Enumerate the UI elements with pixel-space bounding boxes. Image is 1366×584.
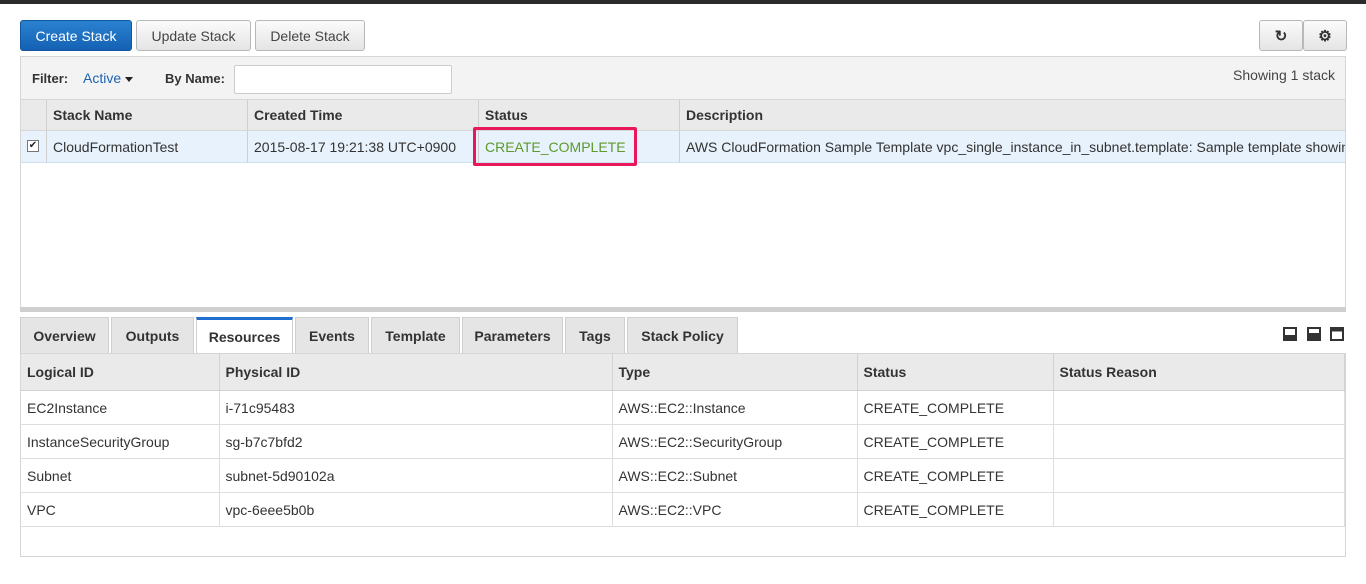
type-cell: AWS::EC2::Subnet	[612, 458, 858, 493]
refresh-button[interactable]: ↻	[1259, 20, 1303, 51]
logical-id-cell: InstanceSecurityGroup	[21, 424, 220, 459]
tab-overview[interactable]: Overview	[20, 317, 109, 353]
filter-dropdown[interactable]: Active	[83, 70, 134, 86]
status-reason-cell	[1053, 458, 1345, 493]
pane-small-icon[interactable]	[1283, 327, 1297, 341]
col-created-time[interactable]: Created Time	[247, 99, 478, 131]
pane-medium-icon[interactable]	[1307, 327, 1321, 341]
col-type[interactable]: Type	[612, 354, 858, 391]
col-stack-name[interactable]: Stack Name	[46, 99, 247, 131]
table-row[interactable]: EC2Instance i-71c95483 AWS::EC2::Instanc…	[21, 390, 1345, 425]
status-reason-cell	[1053, 492, 1345, 527]
stack-name-search-input[interactable]	[234, 65, 452, 94]
col-status-reason[interactable]: Status Reason	[1053, 354, 1345, 391]
physical-id-cell: sg-b7c7bfd2	[219, 424, 613, 459]
physical-id-cell: vpc-6eee5b0b	[219, 492, 613, 527]
col-resource-status[interactable]: Status	[857, 354, 1054, 391]
tab-events[interactable]: Events	[295, 317, 369, 353]
panel-splitter[interactable]	[20, 307, 1346, 312]
type-cell: AWS::EC2::Instance	[612, 390, 858, 425]
by-name-label: By Name:	[165, 71, 225, 86]
gear-icon: ⚙	[1318, 27, 1332, 45]
tab-template[interactable]: Template	[371, 317, 460, 353]
created-time-cell: 2015-08-17 19:21:38 UTC+0900	[247, 131, 478, 163]
status-reason-cell	[1053, 390, 1345, 425]
col-physical-id[interactable]: Physical ID	[219, 354, 613, 391]
tab-tags[interactable]: Tags	[565, 317, 625, 353]
filter-value: Active	[83, 70, 122, 86]
update-stack-button[interactable]: Update Stack	[136, 20, 251, 51]
filter-label: Filter:	[32, 71, 69, 86]
delete-stack-button[interactable]: Delete Stack	[255, 20, 365, 51]
status-highlight-box	[473, 127, 637, 166]
logical-id-cell: Subnet	[21, 458, 220, 493]
status-reason-cell	[1053, 424, 1345, 459]
table-row[interactable]: InstanceSecurityGroup sg-b7c7bfd2 AWS::E…	[21, 424, 1345, 459]
resources-header-row: Logical ID Physical ID Type Status Statu…	[21, 354, 1345, 391]
physical-id-cell: subnet-5d90102a	[219, 458, 613, 493]
status-cell: CREATE_COMPLETE	[857, 424, 1054, 459]
type-cell: AWS::EC2::SecurityGroup	[612, 424, 858, 459]
caret-down-icon	[125, 76, 134, 82]
filter-bar: Filter: Active By Name: Showing 1 stack	[21, 57, 1345, 99]
resources-table: Logical ID Physical ID Type Status Statu…	[21, 354, 1345, 527]
tab-resources[interactable]: Resources	[196, 317, 293, 354]
stack-name-cell[interactable]: CloudFormationTest	[46, 131, 247, 163]
top-bar	[0, 0, 1366, 4]
settings-button[interactable]: ⚙	[1303, 20, 1347, 51]
col-description[interactable]: Description	[679, 99, 1345, 131]
type-cell: AWS::EC2::VPC	[612, 492, 858, 527]
tab-parameters[interactable]: Parameters	[462, 317, 563, 353]
col-logical-id[interactable]: Logical ID	[21, 354, 220, 391]
status-cell: CREATE_COMPLETE	[857, 390, 1054, 425]
create-stack-button[interactable]: Create Stack	[20, 20, 132, 51]
status-cell: CREATE_COMPLETE	[857, 458, 1054, 493]
table-row[interactable]: Subnet subnet-5d90102a AWS::EC2::Subnet …	[21, 458, 1345, 493]
select-column-header	[21, 99, 46, 131]
description-cell: AWS CloudFormation Sample Template vpc_s…	[679, 131, 1345, 163]
status-cell: CREATE_COMPLETE	[857, 492, 1054, 527]
refresh-icon: ↻	[1274, 27, 1288, 45]
stacks-panel: Filter: Active By Name: Showing 1 stack …	[20, 56, 1346, 309]
table-row[interactable]: VPC vpc-6eee5b0b AWS::EC2::VPC CREATE_CO…	[21, 492, 1345, 527]
logical-id-cell: VPC	[21, 492, 220, 527]
stack-count-text: Showing 1 stack	[1233, 67, 1335, 83]
row-checkbox[interactable]: ✔	[27, 140, 39, 152]
logical-id-cell: EC2Instance	[21, 390, 220, 425]
physical-id-cell: i-71c95483	[219, 390, 613, 425]
tab-outputs[interactable]: Outputs	[111, 317, 194, 353]
pane-maximize-icon[interactable]	[1330, 327, 1344, 341]
tab-stack-policy[interactable]: Stack Policy	[627, 317, 738, 353]
resources-panel: Logical ID Physical ID Type Status Statu…	[20, 353, 1346, 557]
